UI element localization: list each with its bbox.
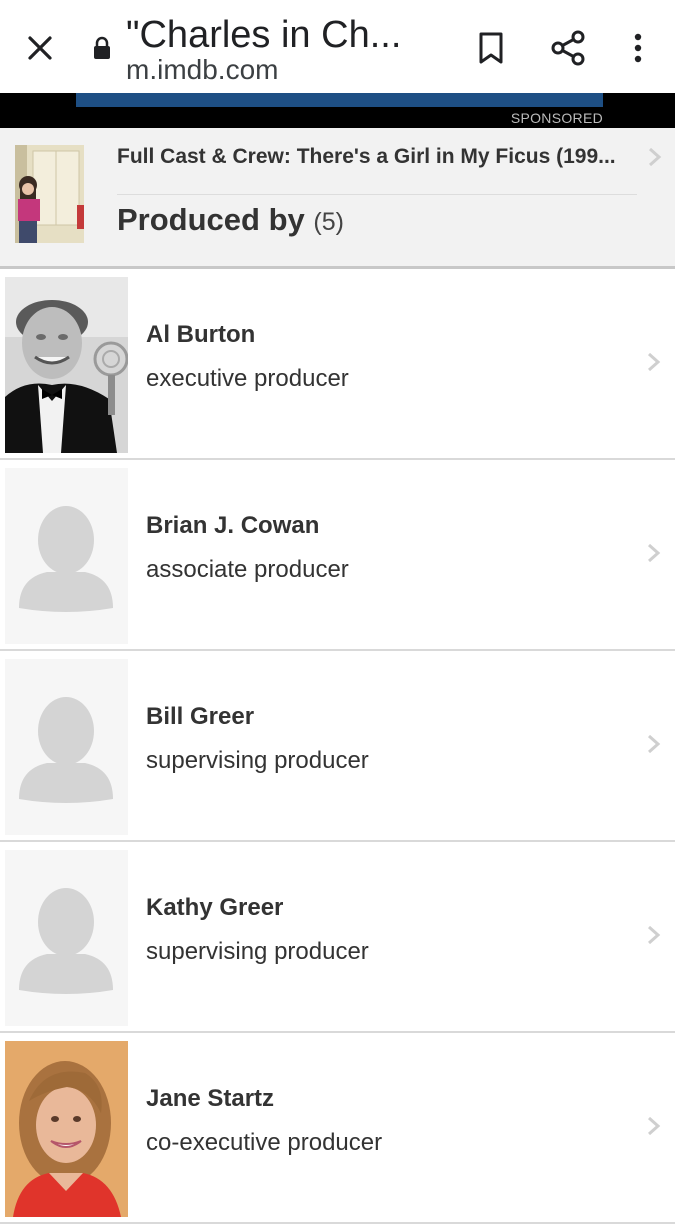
page-title[interactable]: "Charles in Ch...	[126, 14, 401, 57]
person-role: co-executive producer	[146, 1129, 383, 1156]
chevron-right-icon	[648, 925, 661, 945]
person-photo	[5, 277, 128, 453]
episode-thumbnail[interactable]	[15, 145, 84, 243]
share-icon[interactable]	[548, 28, 588, 68]
section-title: Produced by (5)	[117, 202, 344, 238]
full-cast-crew-link[interactable]: Full Cast & Crew: There's a Girl in My F…	[117, 144, 637, 195]
person-name: Brian J. Cowan	[146, 512, 320, 539]
chevron-right-icon	[648, 543, 661, 563]
person-role: executive producer	[146, 365, 349, 392]
section-count: (5)	[313, 208, 344, 236]
chevron-right-icon	[648, 1116, 661, 1136]
overflow-menu-icon[interactable]	[626, 28, 650, 68]
list-item[interactable]: Brian J. Cowan associate producer	[0, 460, 675, 651]
section-title-text: Produced by	[117, 202, 305, 237]
url-display[interactable]: m.imdb.com	[126, 54, 278, 86]
list-item[interactable]: Kathy Greer supervising producer	[0, 842, 675, 1033]
sponsored-ad-banner[interactable]: SPONSORED	[0, 93, 675, 128]
person-name: Jane Startz	[146, 1085, 275, 1112]
person-photo	[5, 1041, 128, 1217]
bookmark-icon[interactable]	[474, 28, 508, 68]
person-role: associate producer	[146, 556, 349, 583]
person-name: Kathy Greer	[146, 894, 284, 921]
person-name: Al Burton	[146, 321, 256, 348]
person-name: Bill Greer	[146, 703, 255, 730]
person-placeholder-icon	[5, 659, 128, 835]
ad-image[interactable]	[76, 93, 603, 107]
list-item[interactable]: Bill Greer supervising producer	[0, 651, 675, 842]
close-icon[interactable]	[20, 28, 60, 68]
person-role: supervising producer	[146, 938, 369, 965]
chevron-right-icon	[649, 147, 662, 167]
person-placeholder-icon	[5, 468, 128, 644]
full-cast-crew-link-text: Full Cast & Crew: There's a Girl in My F…	[117, 145, 616, 168]
chevron-right-icon	[648, 352, 661, 372]
section-header: Full Cast & Crew: There's a Girl in My F…	[0, 128, 675, 269]
list-item[interactable]: Jane Startz co-executive producer	[0, 1033, 675, 1224]
browser-toolbar: "Charles in Ch... m.imdb.com	[0, 0, 675, 93]
lock-icon	[94, 36, 110, 59]
list-item[interactable]: Al Burton executive producer	[0, 269, 675, 460]
chevron-right-icon	[648, 734, 661, 754]
person-placeholder-icon	[5, 850, 128, 1026]
person-role: supervising producer	[146, 747, 369, 774]
sponsored-label: SPONSORED	[510, 110, 603, 126]
